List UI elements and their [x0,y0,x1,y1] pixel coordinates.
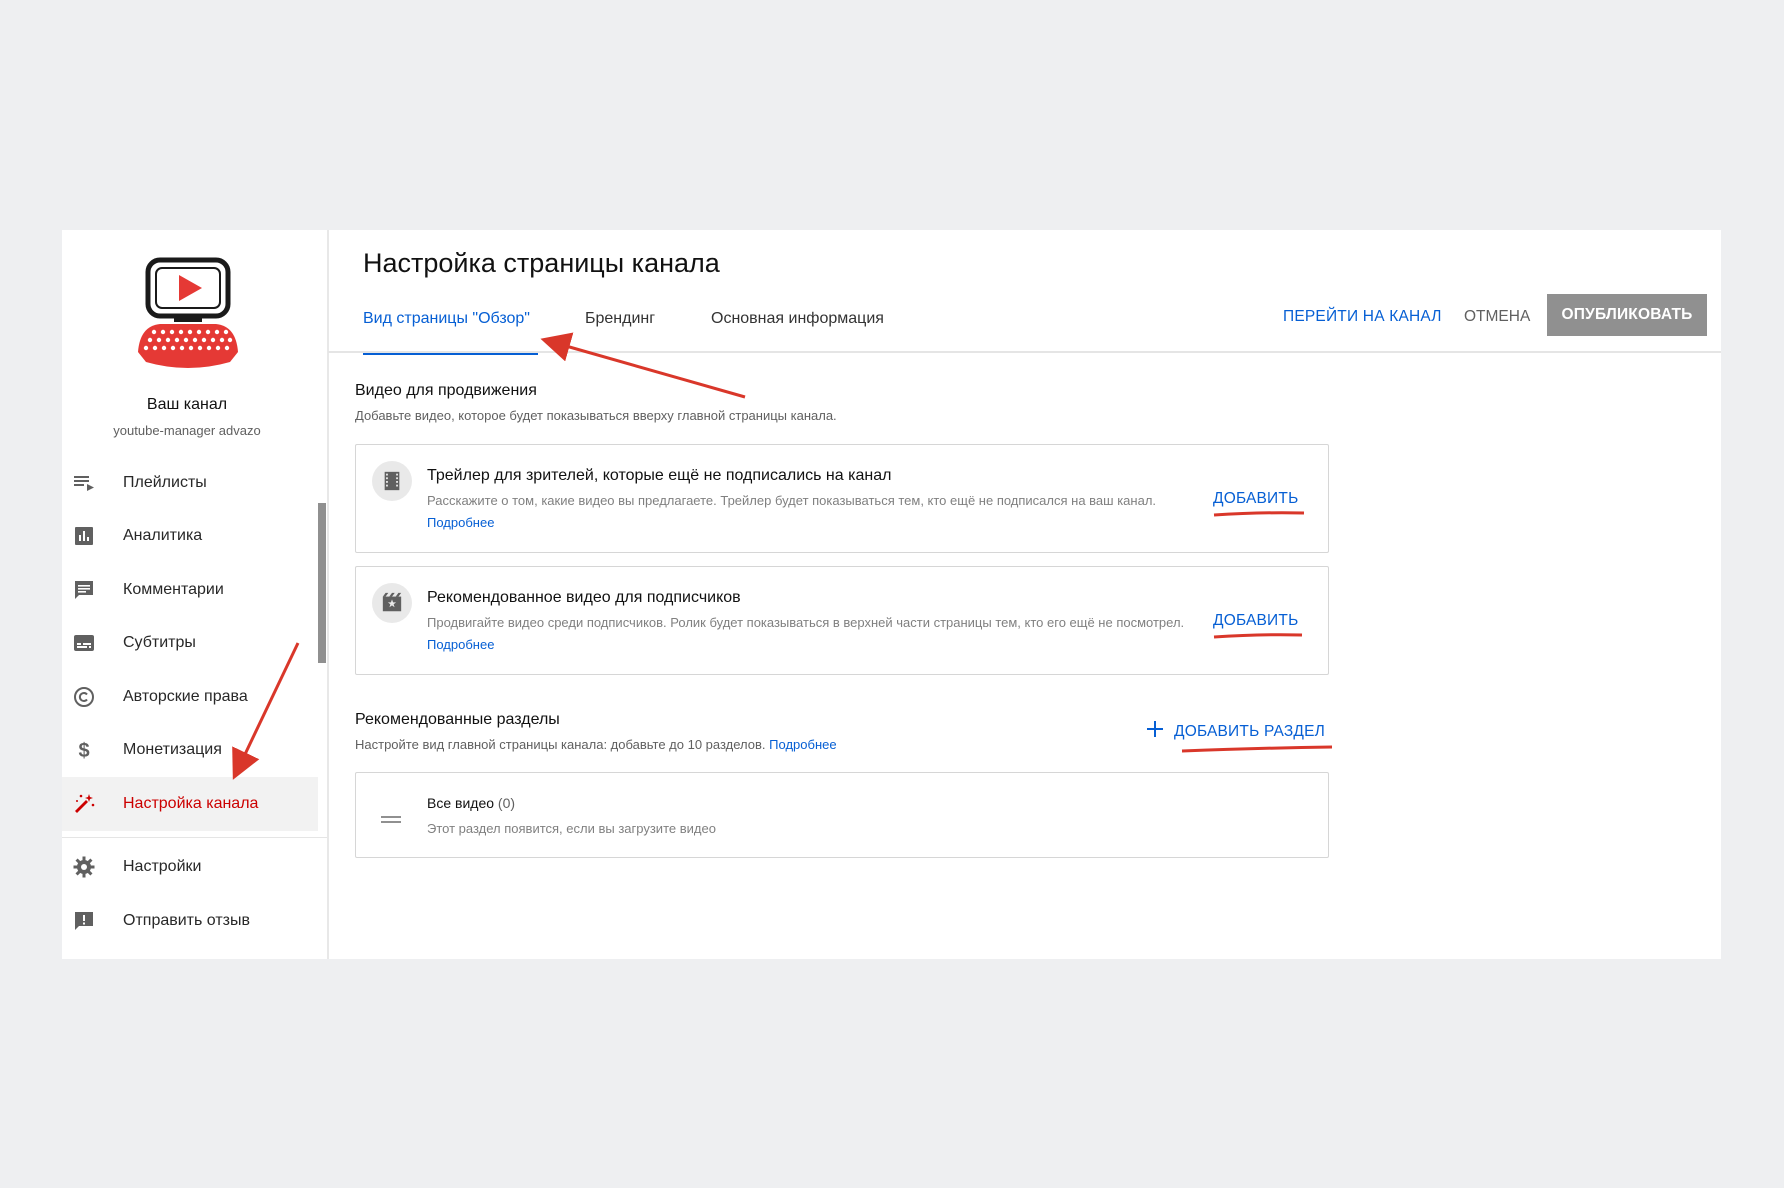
go-to-channel-button[interactable]: ПЕРЕЙТИ НА КАНАЛ [1283,308,1442,326]
drag-handle-icon[interactable] [381,811,401,823]
sidebar: Ваш канал youtube-manager advazo Плейлис… [62,230,329,959]
sidebar-item-feedback[interactable]: Отправить отзыв [62,894,318,948]
sidebar-item-monetization[interactable]: $ Монетизация [62,724,318,778]
sidebar-item-comments[interactable]: Комментарии [62,563,318,617]
section-card-all-videos: Все видео (0) Этот раздел появится, если… [355,772,1329,858]
featured-sections-title: Рекомендованные разделы [355,711,560,728]
studio-window: Ваш канал youtube-manager advazo Плейлис… [62,230,1721,959]
channel-handle: youtube-manager advazo [113,423,261,438]
card-title: Трейлер для зрителей, которые ещё не под… [427,467,892,484]
publish-button[interactable]: ОПУБЛИКОВАТЬ [1547,294,1707,336]
sidebar-item-label: Настройки [123,858,202,876]
trailer-card: Трейлер для зрителей, которые ещё не под… [355,444,1329,553]
sidebar-item-playlists[interactable]: Плейлисты [62,456,318,510]
publish-label: ОПУБЛИКОВАТЬ [1561,306,1693,323]
promo-section-title: Видео для продвижения [355,382,537,399]
learn-more-link[interactable]: Подробнее [427,637,494,652]
learn-more-link[interactable]: Подробнее [427,515,494,530]
copyright-icon [72,685,96,709]
sidebar-item-analytics[interactable]: Аналитика [62,510,318,564]
feedback-icon [72,909,96,933]
add-section-label: ДОБАВИТЬ РАЗДЕЛ [1174,722,1325,740]
tab-overview-layout[interactable]: Вид страницы "Обзор" [363,310,538,355]
cancel-button[interactable]: ОТМЕНА [1464,308,1530,326]
add-featured-video-button[interactable]: ДОБАВИТЬ [1213,612,1298,630]
tab-branding[interactable]: Брендинг [585,310,655,328]
svg-text:$: $ [78,740,89,762]
comments-icon [72,578,96,602]
add-section-button[interactable]: ДОБАВИТЬ РАЗДЕЛ [1146,720,1325,743]
sidebar-item-label: Настройка канала [123,794,259,812]
card-title: Рекомендованное видео для подписчиков [427,589,741,606]
card-description: Расскажите о том, какие видео вы предлаг… [427,490,1203,534]
featured-description-text: Настройте вид главной страницы канала: д… [355,737,766,752]
card-description: Продвигайте видео среди подписчиков. Рол… [427,612,1203,656]
sidebar-item-label: Отправить отзыв [123,911,250,929]
sidebar-nav: Плейлисты Аналитика Комментарии Субтитры [62,456,327,948]
gear-icon [72,855,96,879]
film-icon [372,461,412,501]
dollar-icon: $ [72,738,96,762]
channel-avatar[interactable] [130,256,250,376]
add-trailer-button[interactable]: ДОБАВИТЬ [1213,490,1298,508]
sidebar-item-copyright[interactable]: Авторские права [62,670,318,724]
tab-label: Вид страницы "Обзор" [363,310,530,327]
promo-section-description: Добавьте видео, которое будет показывать… [355,408,837,423]
sidebar-item-subtitles[interactable]: Субтитры [62,617,318,671]
section-count: (0) [497,795,516,811]
learn-more-link[interactable]: Подробнее [769,737,836,752]
sidebar-divider [62,836,327,838]
header-divider [328,351,1721,353]
tab-label: Брендинг [585,310,656,327]
sidebar-item-label: Аналитика [123,527,203,545]
sidebar-scrollbar[interactable] [318,503,326,663]
magic-wand-icon [72,792,96,816]
plus-icon [1146,720,1164,743]
sidebar-item-settings[interactable]: Настройки [62,841,318,895]
section-description: Этот раздел появится, если вы загрузите … [427,821,716,836]
channel-name: Ваш канал [146,396,228,413]
sidebar-item-label: Авторские права [123,687,248,705]
tab-label: Основная информация [711,310,884,327]
featured-video-icon [372,583,412,623]
page-title: Настройка страницы канала [363,248,720,278]
sidebar-item-label: Плейлисты [123,473,207,491]
playlist-icon [72,471,96,495]
sidebar-item-label: Монетизация [123,741,222,759]
subtitles-icon [72,631,96,655]
sidebar-item-label: Субтитры [123,634,196,652]
card-description-text: Продвигайте видео среди подписчиков. Рол… [427,615,1185,630]
section-title: Все видео (0) [427,795,515,811]
tab-basic-info[interactable]: Основная информация [711,310,884,328]
featured-sections-description: Настройте вид главной страницы канала: д… [355,737,837,752]
analytics-icon [72,524,96,548]
card-description-text: Расскажите о том, какие видео вы предлаг… [427,493,1157,508]
sidebar-item-label: Комментарии [123,580,224,598]
featured-video-card: Рекомендованное видео для подписчиков Пр… [355,566,1329,675]
sidebar-item-customization[interactable]: Настройка канала [62,777,318,831]
section-title-text: Все видео [427,795,495,811]
